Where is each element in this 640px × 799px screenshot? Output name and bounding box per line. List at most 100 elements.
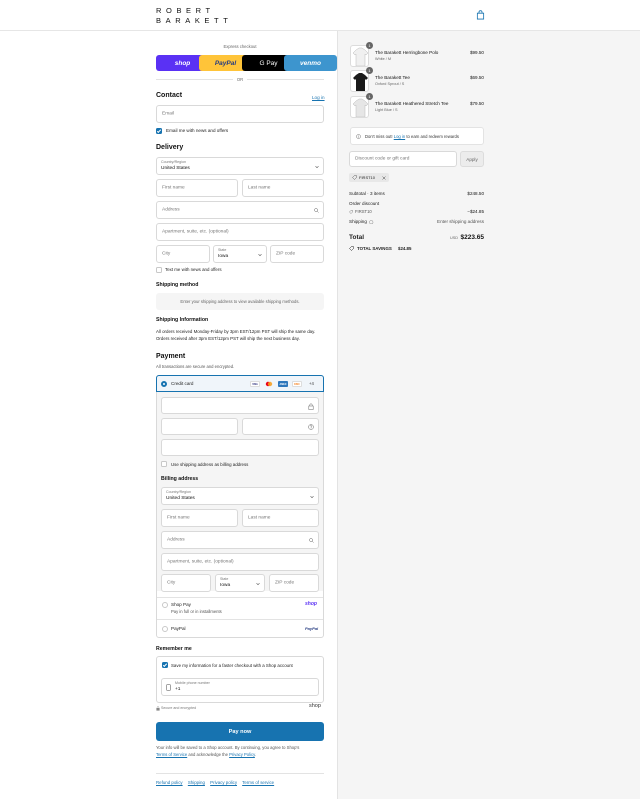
legal-text-line-1: Your info will be saved to a Shop accoun… bbox=[156, 745, 300, 750]
info-icon bbox=[356, 134, 361, 139]
applied-discount-code: FIRST10 bbox=[359, 175, 376, 180]
card-number-field[interactable] bbox=[161, 397, 319, 414]
billing-country-select[interactable]: Country/Region United States bbox=[161, 487, 319, 505]
privacy-policy-link[interactable]: Privacy Policy bbox=[229, 752, 255, 757]
apply-discount-button[interactable]: Apply bbox=[460, 151, 484, 167]
rewards-text: Don't miss out! Log in to earn and redee… bbox=[365, 134, 459, 139]
footer-privacy-policy-link[interactable]: Privacy policy bbox=[210, 780, 237, 785]
discount-code-field[interactable]: Discount code or gift card bbox=[349, 151, 457, 167]
state-select[interactable]: State Iowa bbox=[213, 245, 267, 263]
email-field[interactable]: Email bbox=[156, 105, 324, 123]
footer-terms-link[interactable]: Terms of service bbox=[242, 780, 274, 785]
product-image bbox=[350, 45, 369, 67]
paypal-radio[interactable] bbox=[162, 626, 168, 632]
billing-zip-field[interactable]: ZIP code bbox=[269, 574, 319, 592]
cart-item-variant: Light Blue / S bbox=[375, 108, 398, 112]
country-value: United States bbox=[161, 166, 190, 171]
or-separator: OR bbox=[236, 77, 244, 82]
shopping-bag-icon[interactable] bbox=[476, 10, 485, 20]
zip-placeholder: ZIP code bbox=[276, 251, 296, 257]
cart-item-price: $79.50 bbox=[469, 101, 484, 106]
quantity-badge: 1 bbox=[366, 93, 373, 100]
paypal-label: PayPal bbox=[171, 626, 186, 631]
total-savings-value: $24.85 bbox=[398, 245, 412, 251]
lock-icon bbox=[156, 706, 160, 711]
billing-state-select[interactable]: State Iowa bbox=[215, 574, 265, 592]
state-value: Iowa bbox=[218, 254, 229, 259]
billing-last-name-field[interactable]: Last name bbox=[242, 509, 319, 527]
country-select[interactable]: Country/Region United States bbox=[156, 157, 324, 175]
rewards-pre: Don't miss out! bbox=[365, 134, 393, 139]
country-label: Country/Region bbox=[161, 160, 186, 164]
newsletter-label: Email me with news and offers bbox=[166, 128, 229, 133]
save-info-label: Save my information for a faster checkou… bbox=[171, 663, 293, 668]
billing-city-field[interactable]: City bbox=[161, 574, 211, 592]
shipping-method-placeholder: Enter your shipping address to view avai… bbox=[180, 299, 300, 304]
close-icon[interactable] bbox=[382, 175, 386, 180]
help-icon[interactable] bbox=[369, 219, 374, 225]
pay-now-button[interactable]: Pay now bbox=[156, 722, 324, 741]
billing-first-name-field[interactable]: First name bbox=[161, 509, 238, 527]
mobile-phone-field[interactable]: Mobile phone number +1 bbox=[161, 678, 319, 696]
cart-item-price: $99.50 bbox=[469, 50, 484, 55]
total-label: Total bbox=[349, 234, 365, 241]
email-placeholder: Email bbox=[162, 111, 174, 117]
footer-shipping-link[interactable]: Shipping bbox=[188, 780, 205, 785]
expiration-date-field[interactable] bbox=[161, 418, 238, 435]
address-field[interactable]: Address bbox=[156, 201, 324, 219]
rewards-banner: Don't miss out! Log in to earn and redee… bbox=[350, 127, 484, 145]
divider bbox=[156, 79, 233, 80]
billing-zip-placeholder: ZIP code bbox=[275, 580, 295, 586]
billing-last-name-placeholder: Last name bbox=[248, 515, 271, 521]
newsletter-checkbox[interactable] bbox=[156, 128, 162, 134]
login-link[interactable]: Log in bbox=[312, 95, 325, 100]
brand-line-1: ROBERT bbox=[156, 6, 215, 15]
save-info-checkbox[interactable] bbox=[162, 662, 168, 668]
shop-pay-radio[interactable] bbox=[162, 602, 168, 608]
total-savings-label: TOTAL SAVINGS bbox=[357, 245, 392, 251]
discount-code-placeholder: Discount code or gift card bbox=[355, 156, 410, 162]
help-icon[interactable] bbox=[308, 424, 314, 430]
brand-logo[interactable]: ROBERT BARAKETT bbox=[156, 6, 232, 25]
amex-icon: AMEX bbox=[278, 381, 288, 387]
remember-me-title: Remember me bbox=[156, 646, 192, 652]
venmo-button[interactable]: venmo bbox=[284, 55, 337, 71]
apartment-placeholder: Apartment, suite, etc. (optional) bbox=[162, 229, 229, 235]
rewards-login-link[interactable]: Log in bbox=[394, 134, 405, 139]
text-me-label: Text me with news and offers bbox=[165, 267, 222, 272]
cart-item-variant: Oxford Sprout / S bbox=[375, 82, 405, 86]
shop-pay-label: Shop Pay bbox=[171, 602, 191, 607]
last-name-field[interactable]: Last name bbox=[242, 179, 324, 197]
billing-state-label: State bbox=[220, 577, 229, 581]
subtotal-value: $248.50 bbox=[467, 191, 484, 196]
first-name-placeholder: First name bbox=[162, 185, 185, 191]
use-shipping-address-checkbox[interactable] bbox=[161, 461, 167, 467]
header: ROBERT BARAKETT bbox=[0, 0, 640, 31]
billing-address-field[interactable]: Address bbox=[161, 531, 319, 549]
last-name-placeholder: Last name bbox=[248, 185, 271, 191]
terms-of-service-link[interactable]: Terms of Service bbox=[156, 752, 187, 757]
shipping-label: Shipping bbox=[349, 219, 367, 224]
chevron-down-icon bbox=[256, 582, 260, 586]
brand-line-2: BARAKETT bbox=[156, 15, 233, 25]
footer-refund-policy-link[interactable]: Refund policy bbox=[156, 780, 183, 785]
security-code-field[interactable] bbox=[242, 418, 319, 435]
shipping-info-line-2: Orders received after 3pm EST/12pm PST w… bbox=[156, 336, 300, 341]
shop-pay-subtitle: Pay in full or in installments bbox=[171, 609, 222, 614]
billing-state-value: Iowa bbox=[220, 583, 231, 588]
chevron-down-icon bbox=[315, 165, 319, 169]
city-field[interactable]: City bbox=[156, 245, 210, 263]
shop-pay-logo: shop bbox=[305, 601, 317, 607]
shipping-info-title: Shipping Information bbox=[156, 317, 209, 323]
text-me-checkbox[interactable] bbox=[156, 267, 162, 273]
tag-icon bbox=[349, 209, 353, 214]
first-name-field[interactable]: First name bbox=[156, 179, 238, 197]
zip-field[interactable]: ZIP code bbox=[270, 245, 324, 263]
visa-icon: VISA bbox=[250, 381, 260, 387]
shop-logo: shop bbox=[309, 703, 321, 709]
apartment-field[interactable]: Apartment, suite, etc. (optional) bbox=[156, 223, 324, 241]
name-on-card-field[interactable] bbox=[161, 439, 319, 456]
credit-card-option[interactable]: Credit card VISA AMEX DISC +4 bbox=[156, 375, 324, 392]
billing-apartment-field[interactable]: Apartment, suite, etc. (optional) bbox=[161, 553, 319, 571]
credit-card-radio[interactable] bbox=[161, 381, 167, 387]
